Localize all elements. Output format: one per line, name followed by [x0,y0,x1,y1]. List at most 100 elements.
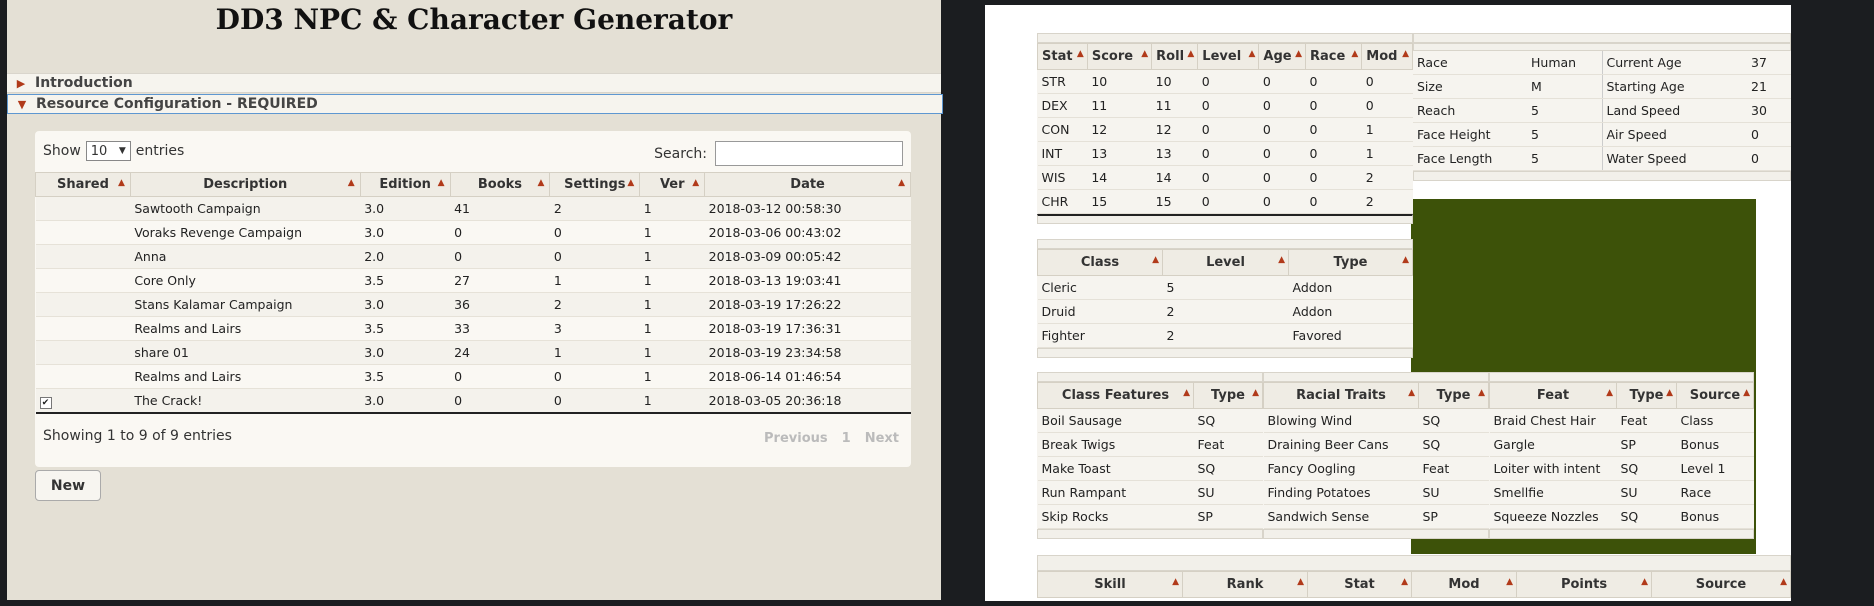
column-header-label: Roll [1156,49,1185,64]
table-row: Face Length 5 Water Speed 0 [1413,146,1791,171]
cell-ver: 1 [639,244,705,269]
table-cell: Bonus [1676,432,1754,457]
column-header-shared[interactable]: Shared ▲ [35,172,131,197]
column-header-class-features[interactable]: Class Features ▲ [1037,382,1194,409]
new-button[interactable]: New [35,470,101,501]
column-header-rank[interactable]: Rank ▲ [1182,571,1308,598]
column-header-books[interactable]: Books ▲ [449,172,551,197]
column-header-label: Age [1263,49,1292,64]
table-cell: SQ [1616,504,1677,529]
column-header-label: Books [477,177,523,192]
cell-description: Realms and Lairs [130,316,361,341]
column-header-date[interactable]: Date ▲ [704,172,911,197]
cell-description: Stans Kalamar Campaign [130,292,361,317]
table-cell: Sandwich Sense [1263,504,1419,529]
table-cell: 15 [1151,189,1198,214]
table-row[interactable]: ✔ The Crack! 3.0 0 0 1 2018-03-05 20:36:18 [35,388,911,414]
table-row[interactable]: Anna 2.0 0 0 1 2018-03-09 00:05:42 [35,244,911,269]
column-header-race[interactable]: Race ▲ [1304,43,1363,70]
table-row: Make Toast SQ [1037,456,1263,481]
table-cell: Finding Potatoes [1263,480,1419,505]
sort-icon: ▲ [1506,577,1513,587]
table-cell: 0 [1305,141,1362,166]
table-row: Cleric 5 Addon [1037,275,1413,300]
table-body: Braid Chest Hair Feat Class Gargle SP Bonus Lo… [1489,408,1754,529]
column-header-feat[interactable]: Feat ▲ [1489,382,1617,409]
table-cell: Loiter with intent [1489,456,1617,481]
column-header-skill[interactable]: Skill ▲ [1037,571,1183,598]
table-row[interactable]: Realms and Lairs 3.5 0 0 1 2018-06-14 01:46:5… [35,364,911,389]
table-row: Fighter 2 Favored [1037,323,1413,348]
table-body: Sawtooth Campaign 3.0 41 2 1 2018-03-12 00:58… [35,196,911,414]
column-header-racial-traits[interactable]: Racial Traits ▲ [1263,382,1419,409]
accordion-resource-configuration[interactable]: ▼ Resource Configuration - REQUIRED [7,94,943,114]
cell-date: 2018-03-19 17:26:22 [704,292,911,317]
column-header-description[interactable]: Description ▲ [129,172,361,197]
column-header-points[interactable]: Points ▲ [1516,571,1652,598]
search-input[interactable] [715,141,903,166]
cell-books: 33 [450,316,550,341]
table-row[interactable]: Realms and Lairs 3.5 33 3 1 2018-03-19 17:36:… [35,316,911,341]
table-row[interactable]: Core Only 3.5 27 1 1 2018-03-13 19:03:41 [35,268,911,293]
column-header-type[interactable]: Type ▲ [1616,382,1677,409]
accordion-introduction[interactable]: ▶ Introduction [7,73,941,93]
sort-icon: ▲ [1183,388,1190,398]
next-button[interactable]: Next [865,431,899,446]
column-header-type[interactable]: Type ▲ [1193,382,1263,409]
table-cell: 0 [1197,117,1259,142]
table-cell: 30 [1747,98,1791,123]
table-row: Loiter with intent SQ Level 1 [1489,456,1754,481]
column-header-label: Ver [659,177,685,192]
cell-settings: 3 [549,316,640,341]
column-header-source[interactable]: Source ▲ [1651,571,1791,598]
previous-button[interactable]: Previous [764,431,828,446]
cell-edition: 3.0 [360,292,451,317]
table-cell: 12 [1151,117,1198,142]
cell-date: 2018-03-19 23:34:58 [704,340,911,365]
cell-edition: 3.0 [360,340,451,365]
table-cell: 11 [1087,93,1152,118]
column-header-source[interactable]: Source ▲ [1676,382,1754,409]
caret-right-icon: ▶ [16,76,26,90]
column-header-class[interactable]: Class ▲ [1037,249,1163,276]
column-header-ver[interactable]: Ver ▲ [639,172,706,197]
column-header-age[interactable]: Age ▲ [1258,43,1306,70]
table-cell: 14 [1087,165,1152,190]
entries-select[interactable]: 10 ▼ [85,141,131,161]
resource-config-page: DD3 NPC & Character Generator ▶ Introduc… [7,0,943,600]
column-header-settings[interactable]: Settings ▲ [549,172,641,197]
column-header-mod[interactable]: Mod ▲ [1411,571,1517,598]
column-header-label: Type [1333,255,1368,270]
column-header-type[interactable]: Type ▲ [1288,249,1413,276]
column-header-roll[interactable]: Roll ▲ [1151,43,1199,70]
table-row: Druid 2 Addon [1037,299,1413,324]
table-cell: DEX [1037,93,1088,118]
feats-table: Feat ▲ Type ▲ Source ▲ Braid Chest Hair Feat Cl… [1489,382,1754,529]
column-header-type[interactable]: Type ▲ [1418,382,1489,409]
column-header-level[interactable]: Level ▲ [1197,43,1260,70]
column-header-level[interactable]: Level ▲ [1162,249,1289,276]
table-row[interactable]: Voraks Revenge Campaign 3.0 0 0 1 2018-03-06 … [35,220,911,245]
column-header-label: Edition [379,177,431,192]
table-cell: Land Speed [1601,98,1747,123]
table-cell: WIS [1037,165,1088,190]
table-cell: SQ [1193,408,1263,433]
cell-description: Realms and Lairs [130,364,361,389]
panel-header-bar [1489,372,1754,382]
column-header-mod[interactable]: Mod ▲ [1361,43,1413,70]
table-header-row: Racial Traits ▲ Type ▲ [1263,382,1489,409]
shared-cell [35,220,131,245]
table-row[interactable]: share 01 3.0 24 1 1 2018-03-19 23:34:58 [35,340,911,365]
column-header-stat[interactable]: Stat ▲ [1037,43,1088,70]
shared-checkbox[interactable]: ✔ [39,396,52,409]
table-row[interactable]: Sawtooth Campaign 3.0 41 2 1 2018-03-12 00:58… [35,196,911,221]
sort-icon: ▲ [1401,577,1408,587]
column-header-stat[interactable]: Stat ▲ [1307,571,1412,598]
column-header-edition[interactable]: Edition ▲ [359,172,451,197]
page-1-button[interactable]: 1 [842,431,851,446]
column-header-score[interactable]: Score ▲ [1086,43,1153,70]
table-row[interactable]: Stans Kalamar Campaign 3.0 36 2 1 2018-03-19 … [35,292,911,317]
sort-icon: ▲ [1187,49,1195,59]
skills-panel: Skill ▲ Rank ▲ Stat ▲ Mod ▲ Points ▲ Source ▲ [1037,555,1791,598]
cell-settings: 2 [549,292,640,317]
